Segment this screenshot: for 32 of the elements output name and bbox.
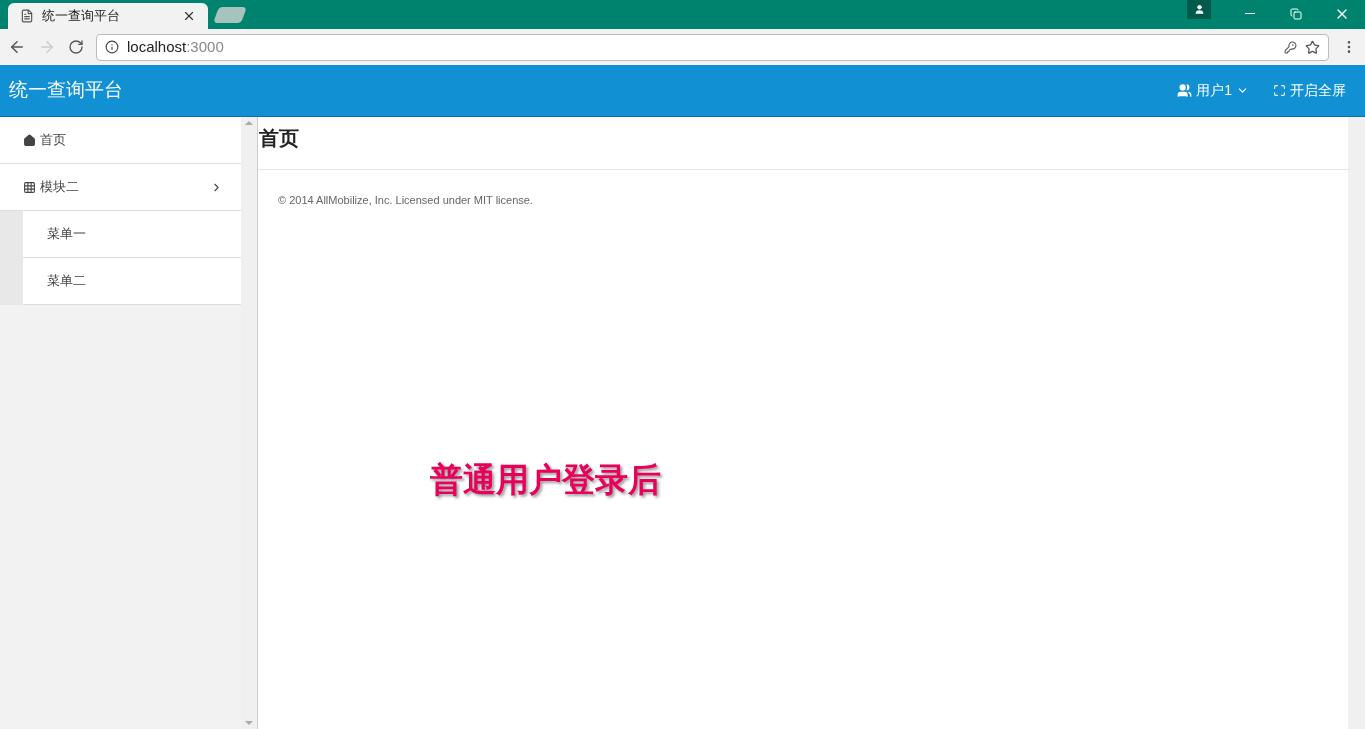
sidebar-item[interactable]: 模块二	[0, 164, 241, 211]
star-icon[interactable]	[1305, 39, 1320, 55]
annotation-text: 普通用户登录后	[430, 458, 661, 501]
expand-icon	[1273, 84, 1286, 97]
sidebar-item[interactable]: 首页	[0, 117, 241, 164]
minimize-icon	[1245, 13, 1255, 14]
info-icon	[105, 40, 119, 54]
scrollbar[interactable]	[241, 117, 258, 729]
brand-title[interactable]: 统一查询平台	[9, 76, 1178, 105]
home-icon	[23, 133, 36, 147]
address-field[interactable]: localhost:3000	[96, 33, 1329, 61]
user-menu[interactable]: 用户1	[1177, 80, 1249, 101]
users-icon	[1177, 83, 1193, 98]
scrollbar[interactable]	[1348, 117, 1365, 729]
profile-button[interactable]	[1187, 0, 1211, 19]
back-icon[interactable]	[8, 38, 26, 56]
footer-text: © 2014 AllMobilize, Inc. Licensed under MIT license.	[277, 193, 534, 208]
reload-icon[interactable]	[68, 39, 84, 55]
new-tab-button[interactable]	[213, 7, 247, 23]
tab-title: 统一查询平台	[42, 7, 121, 26]
person-icon	[1193, 4, 1205, 15]
grid-icon	[23, 180, 36, 194]
browser-tab[interactable]: 统一查询平台	[8, 3, 208, 29]
submenu-item[interactable]: 菜单一	[23, 211, 241, 258]
close-icon[interactable]	[182, 9, 196, 23]
page-icon	[20, 9, 34, 23]
key-icon[interactable]	[1284, 40, 1297, 54]
restore-icon	[1290, 7, 1302, 20]
submenu-item[interactable]: 菜单二	[23, 258, 241, 305]
page-title: 首页	[259, 126, 299, 151]
fullscreen-button[interactable]: 开启全屏	[1273, 80, 1346, 101]
url-text: localhost:3000	[127, 36, 225, 57]
